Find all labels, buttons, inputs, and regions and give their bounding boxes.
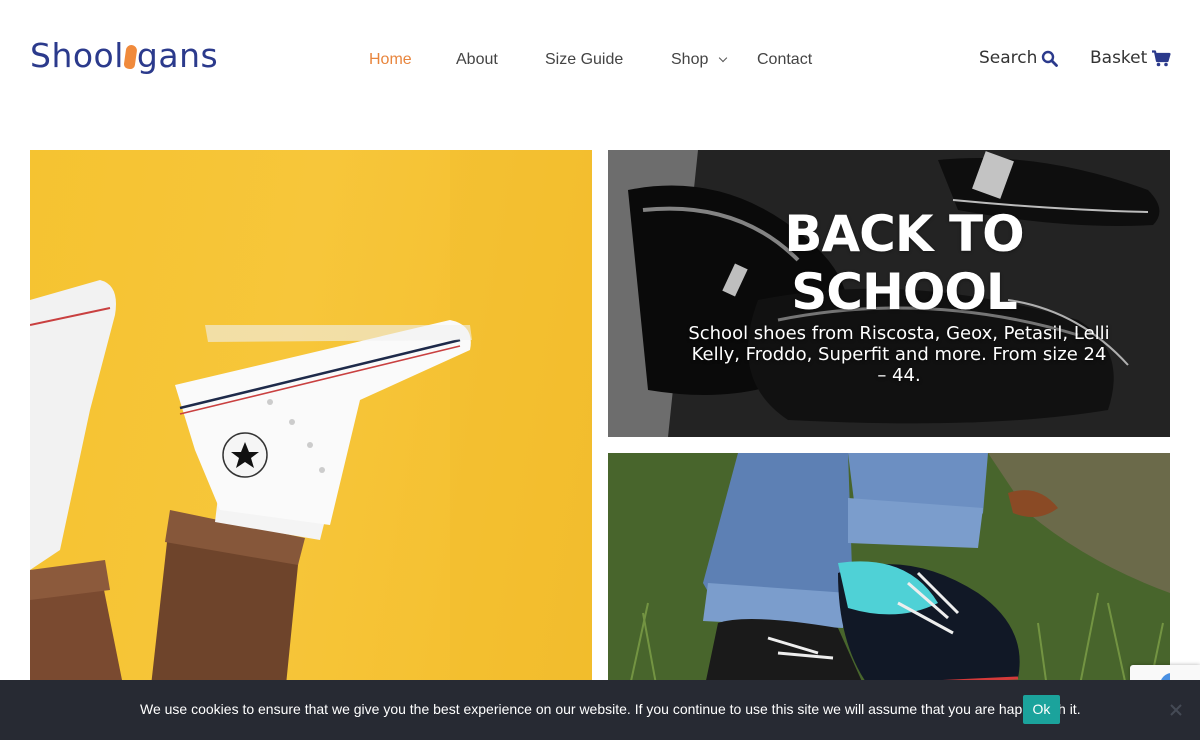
basket-label: Basket xyxy=(1090,48,1148,68)
nav-item-size-guide[interactable]: Size Guide xyxy=(545,51,623,69)
site-logo[interactable]: Shool gans xyxy=(30,36,218,75)
cookie-notice-text: We use cookies to ensure that we give yo… xyxy=(140,701,1081,717)
close-icon[interactable] xyxy=(1168,702,1184,718)
shopping-cart-icon xyxy=(1152,49,1171,66)
cookie-accept-button[interactable]: Ok xyxy=(1023,695,1060,724)
hero-image-sneakers[interactable] xyxy=(30,150,592,695)
promo-heading-line-2: SCHOOL xyxy=(791,263,1017,321)
kids-shoes-photo xyxy=(608,453,1170,695)
foot-logo-icon xyxy=(123,44,138,70)
promo-heading-line-1: BACK TO xyxy=(784,205,1024,263)
nav-item-shop-label: Shop xyxy=(671,51,709,68)
search-icon xyxy=(1042,50,1059,67)
promo-heading: BACK TO SCHOOL xyxy=(608,205,1170,321)
sneakers-illustration xyxy=(30,150,592,695)
hero-image-kids-shoes[interactable] xyxy=(608,453,1170,695)
nav-item-contact[interactable]: Contact xyxy=(757,51,812,69)
promo-subtitle: School shoes from Riscosta, Geox, Petasi… xyxy=(688,323,1110,386)
logo-text-end: gans xyxy=(136,36,219,75)
search-label: Search xyxy=(979,48,1038,68)
nav-item-shop[interactable]: Shop xyxy=(671,51,728,69)
nav-item-home[interactable]: Home xyxy=(369,51,412,69)
chevron-down-icon xyxy=(719,53,728,63)
back-to-school-banner[interactable]: BACK TO SCHOOL School shoes from Riscost… xyxy=(608,150,1170,437)
site-header: Shool gans Home About Size Guide Shop Con… xyxy=(0,0,1200,120)
cookie-notice-bar: We use cookies to ensure that we give yo… xyxy=(0,680,1200,740)
nav-item-about[interactable]: About xyxy=(456,51,498,69)
logo-text-start: Shool xyxy=(30,36,124,75)
search-link[interactable]: Search xyxy=(979,48,1059,68)
basket-link[interactable]: Basket xyxy=(1090,48,1171,68)
